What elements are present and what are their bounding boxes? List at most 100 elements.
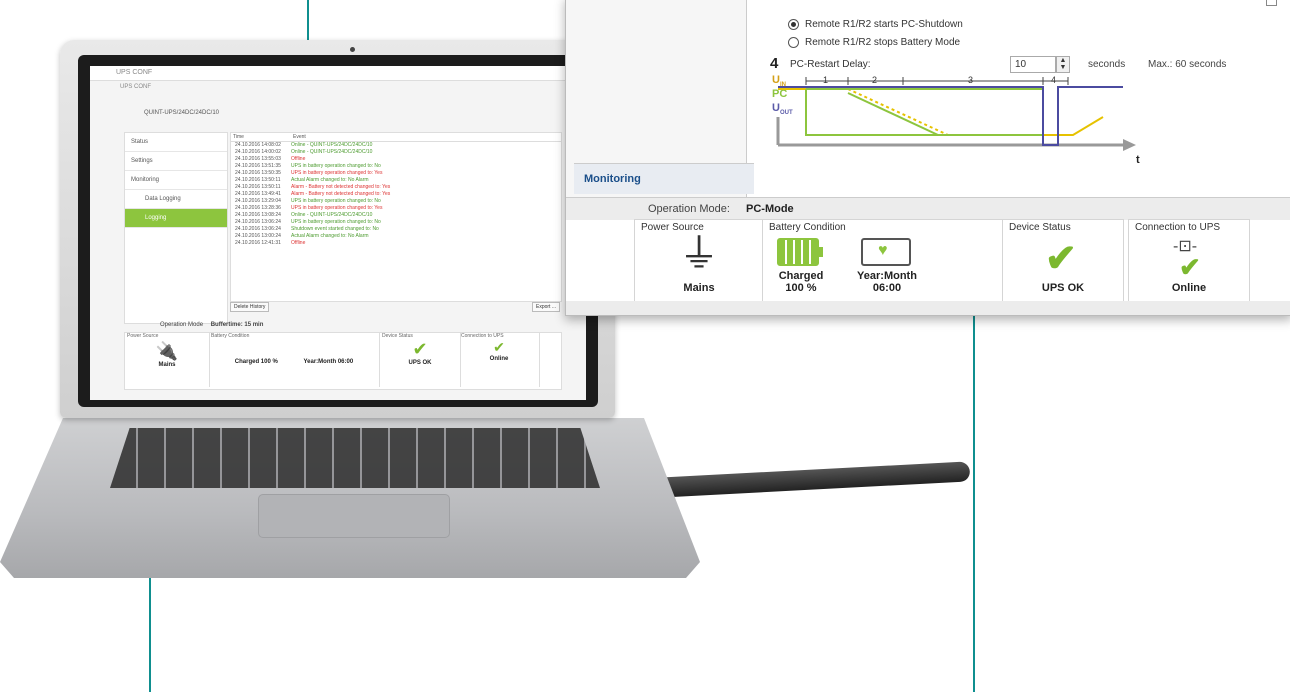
mini-log-col-event: Event — [293, 134, 306, 140]
table-row[interactable]: 24.10.2016 13:06:24 UPS in battery operat… — [231, 219, 561, 226]
ups-conf-window: Monitoring Remote R1/R2 starts PC-Shutdo… — [565, 0, 1290, 316]
phase-3: 3 — [968, 75, 973, 85]
mini-log-header: Time Event — [231, 133, 561, 142]
mini-nav-logging[interactable]: Logging — [125, 209, 227, 228]
phase-4: 4 — [1051, 75, 1056, 85]
log-time: 24.10.2016 13:28:36 — [235, 205, 281, 211]
laptop-screen: UPS CONF UPS CONF QUINT-UPS/24DC/24DC/10… — [90, 66, 586, 400]
log-event: Shutdown event started changed to: No — [291, 226, 379, 232]
radio-stops-battery-mode[interactable]: Remote R1/R2 stops Battery Mode — [788, 37, 960, 48]
heart-icon: ♥ — [878, 242, 888, 259]
mini-status-panel: Power Source 🔌 Mains Battery Condition C… — [124, 332, 562, 390]
mini-sidebar: Status Settings Monitoring Data Logging … — [124, 132, 228, 324]
mini-log-rows: 24.10.2016 14:08:02 Online - QUINT-UPS/24… — [231, 142, 561, 247]
mini-device-status-value: UPS OK — [408, 360, 432, 366]
connection-label: Connection to UPS — [1135, 222, 1221, 233]
table-row[interactable]: 24.10.2016 13:50:11 Alarm - Battery not d… — [231, 184, 561, 191]
mini-device-status: Device Status ✔ UPS OK — [379, 333, 461, 387]
window-main-panel: Remote R1/R2 starts PC-Shutdown Remote R… — [748, 0, 1290, 197]
device-status-panel: Device Status ✔ UPS OK — [1002, 219, 1124, 303]
laptop-keyboard — [110, 428, 600, 488]
sidebar-item-monitoring[interactable]: Monitoring — [574, 163, 754, 194]
table-row[interactable]: 24.10.2016 13:08:24 Online - QUINT-UPS/24… — [231, 212, 561, 219]
timing-diagram: U IN PC U OUT t 1 2 3 4 — [772, 74, 1140, 166]
diagram-x-arrow — [1123, 139, 1136, 151]
table-row[interactable]: 24.10.2016 13:51:35 UPS in battery operat… — [231, 163, 561, 170]
check-icon: ✔ — [412, 339, 428, 359]
diagram-uin-tail — [1043, 116, 1104, 136]
mini-connection-value: Online — [489, 356, 509, 362]
table-row[interactable]: 24.10.2016 14:00:02 Online - QUINT-UPS/24… — [231, 149, 561, 156]
check-icon: ✔ — [493, 339, 505, 355]
table-row[interactable]: 24.10.2016 12:41:31 Offline — [231, 240, 561, 247]
log-event: UPS in battery operation changed to: No — [291, 219, 381, 225]
battery-charged-label: Charged — [778, 270, 824, 282]
log-event: UPS in battery operation changed to: No — [291, 198, 381, 204]
table-row[interactable]: 24.10.2016 13:29:04 UPS in battery operat… — [231, 198, 561, 205]
table-row[interactable]: 24.10.2016 13:28:36 UPS in battery operat… — [231, 205, 561, 212]
connection-value: Online — [1171, 282, 1207, 294]
year-month: Year:Month 06:00 — [847, 270, 927, 294]
table-row[interactable]: 24.10.2016 13:50:11 Actual Alarm changed … — [231, 177, 561, 184]
log-event: Actual Alarm changed to: No Alarm — [291, 233, 369, 239]
mini-connection: Connection to UPS ✔ Online — [459, 333, 540, 387]
radio-starts-pc-shutdown[interactable]: Remote R1/R2 starts PC-Shutdown — [788, 19, 963, 30]
checkbox[interactable] — [1266, 0, 1277, 6]
log-time: 24.10.2016 13:50:35 — [235, 170, 281, 176]
phase-1: 1 — [823, 75, 828, 85]
log-event: Alarm - Battery not detected changed to:… — [291, 184, 391, 190]
log-event: Online - QUINT-UPS/24DC/24DC/10 — [291, 212, 373, 218]
mini-nav-settings[interactable]: Settings — [125, 152, 227, 171]
pc-restart-delay-input[interactable]: 10 — [1010, 56, 1056, 73]
log-time: 24.10.2016 13:00:24 — [235, 233, 281, 239]
log-event: Actual Alarm changed to: No Alarm — [291, 177, 369, 183]
mini-app-title: UPS CONF — [116, 69, 153, 76]
table-row[interactable]: 24.10.2016 14:08:02 Online - QUINT-UPS/24… — [231, 142, 561, 149]
mini-nav-data-logging[interactable]: Data Logging — [125, 190, 227, 209]
plug-icon: 🔌 — [155, 341, 179, 361]
device-status-label: Device Status — [1009, 222, 1071, 233]
log-time: 24.10.2016 13:51:35 — [235, 163, 281, 169]
log-event: UPS in battery operation changed to: Yes — [291, 170, 383, 176]
diagram-label-u: U — [772, 74, 780, 86]
table-row[interactable]: 24.10.2016 13:06:24 Shutdown event starte… — [231, 226, 561, 233]
diagram-label-u2: U — [772, 102, 780, 114]
mini-delete-history-button[interactable]: Delete History — [230, 302, 270, 312]
log-time: 24.10.2016 12:41:31 — [235, 240, 281, 246]
mini-power-source: Power Source 🔌 Mains — [125, 333, 210, 387]
check-icon: ✔ — [1045, 238, 1077, 280]
operation-mode-bar: Operation Mode: PC-Mode — [566, 197, 1290, 220]
connection-panel: Connection to UPS -⊡- ✔ Online — [1128, 219, 1250, 303]
laptop-trackpad — [258, 494, 450, 538]
camera-icon — [350, 47, 355, 52]
delay-spinner[interactable]: ▲ ▼ — [1056, 56, 1070, 73]
table-row[interactable]: 24.10.2016 13:49:41 Alarm - Battery not d… — [231, 191, 561, 198]
radio-unselected-icon[interactable] — [788, 37, 799, 48]
mini-operation-mode-value: Buffertime: 15 min — [210, 322, 264, 328]
log-event: Online - QUINT-UPS/24DC/24DC/10 — [291, 142, 373, 148]
mini-header: QUINT-UPS/24DC/24DC/10 — [120, 96, 560, 126]
battery-condition-label: Battery Condition — [769, 222, 846, 233]
log-time: 24.10.2016 13:55:03 — [235, 156, 281, 162]
table-row[interactable]: 24.10.2016 13:55:03 Offline — [231, 156, 561, 163]
table-row[interactable]: 24.10.2016 13:50:35 UPS in battery operat… — [231, 170, 561, 177]
mini-nav-status[interactable]: Status — [125, 133, 227, 152]
mini-battery-value: Charged 100 % Year:Month 06:00 — [209, 359, 379, 365]
check-icon: ✔ — [1179, 252, 1201, 282]
log-event: Offline — [291, 240, 306, 246]
mini-export-button[interactable]: Export ... — [531, 302, 560, 312]
mini-nav-monitoring[interactable]: Monitoring — [125, 171, 227, 190]
operation-mode-label: Operation Mode: — [648, 203, 730, 215]
diagram-pc-diag — [847, 92, 939, 136]
window-sidebar: Monitoring — [566, 0, 754, 197]
battery-charged: Charged 100 % — [771, 270, 831, 294]
log-time: 24.10.2016 13:50:11 — [235, 177, 281, 183]
radio-stops-battery-mode-label: Remote R1/R2 stops Battery Mode — [805, 37, 961, 48]
diagram-label-out: OUT — [780, 110, 793, 116]
mini-log-col-time: Time — [233, 134, 244, 140]
device-status-value: UPS OK — [1041, 282, 1085, 294]
mini-log-table: Time Event 24.10.2016 14:08:02 Online - Q… — [230, 132, 562, 302]
log-time: 24.10.2016 13:49:41 — [235, 191, 281, 197]
radio-selected-icon[interactable] — [788, 19, 799, 30]
table-row[interactable]: 24.10.2016 13:00:24 Actual Alarm changed … — [231, 233, 561, 240]
